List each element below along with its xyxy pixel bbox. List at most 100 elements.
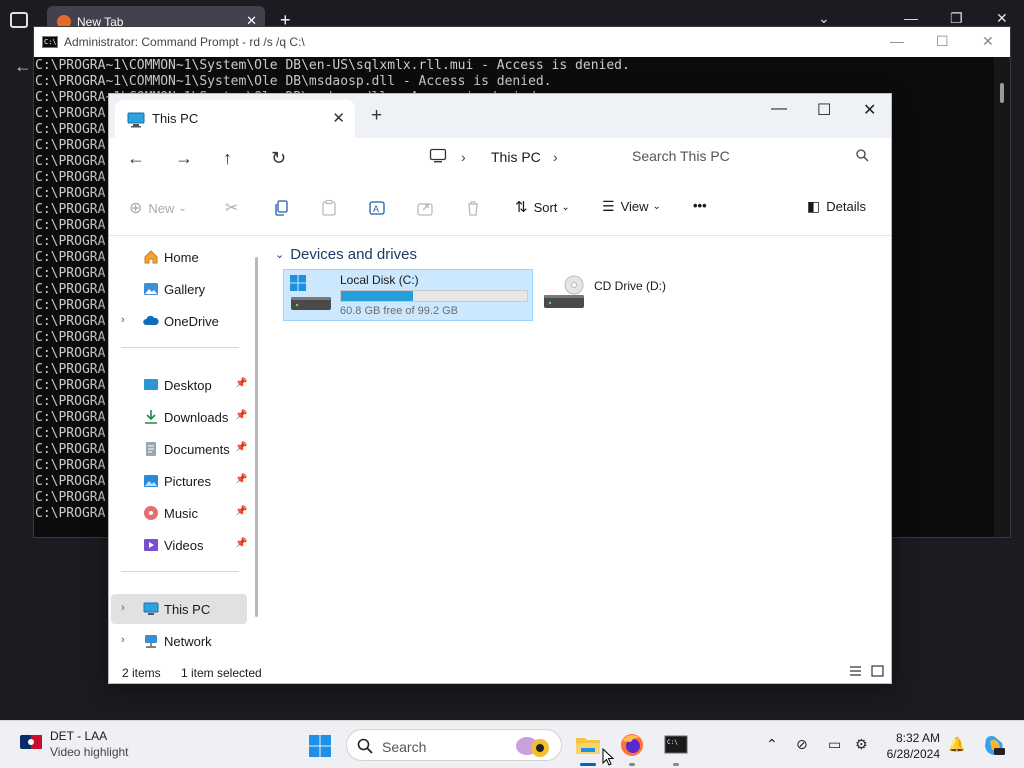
restore-icon[interactable]: ❐ [950, 10, 963, 27]
terminal-taskbar-icon[interactable]: C:\ [660, 729, 692, 761]
maximize-icon[interactable]: ☐ [936, 33, 949, 50]
share-icon[interactable] [416, 199, 434, 217]
new-button[interactable]: ⊕ New ⌄ [129, 198, 187, 218]
chevron-down-icon: ⌄ [275, 249, 285, 261]
selection-count: 1 item selected [181, 666, 262, 680]
sidebar-item-pictures[interactable]: Pictures 📌 [111, 466, 247, 496]
sidebar-item-this-pc[interactable]: › This PC [111, 594, 247, 624]
firefox-taskbar-icon[interactable] [616, 729, 648, 761]
details-pane-icon: ◧ [807, 198, 821, 214]
new-tab-button[interactable]: + [371, 105, 382, 127]
refresh-icon[interactable]: ↻ [271, 148, 286, 169]
chevron-down-icon: ⌄ [561, 201, 570, 213]
drive-local-disk-c[interactable]: Local Disk (C:) 60.8 GB free of 99.2 GB [283, 269, 533, 321]
cut-icon[interactable]: ✂ [225, 198, 238, 218]
sidebar-item-desktop[interactable]: Desktop 📌 [111, 370, 247, 400]
sidebar-scrollbar[interactable] [255, 257, 258, 617]
pin-icon[interactable]: 📌 [235, 538, 247, 549]
back-icon[interactable]: ← [0, 44, 34, 84]
drive-cd-d[interactable]: CD Drive (D:) [541, 269, 791, 321]
sort-button[interactable]: ⇅ Sort ⌄ [515, 198, 570, 216]
sidebar-item-label: Network [164, 634, 212, 649]
details-button[interactable]: ◧ Details [807, 198, 866, 215]
sidebar-item-downloads[interactable]: Downloads 📌 [111, 402, 247, 432]
chevron-right-icon[interactable]: › [121, 314, 125, 326]
sidebar-item-documents[interactable]: Documents 📌 [111, 434, 247, 464]
view-label: View [620, 199, 649, 214]
running-indicator [673, 763, 679, 766]
chevron-down-icon[interactable]: ⌄ [818, 10, 830, 27]
sidebar-item-network[interactable]: › Network [111, 626, 247, 656]
chevron-right-icon[interactable]: › [461, 149, 466, 165]
more-options-button[interactable]: ••• [693, 198, 707, 213]
minimize-icon[interactable]: — [771, 100, 787, 118]
close-icon[interactable]: ✕ [996, 10, 1008, 27]
search-input[interactable] [617, 142, 847, 170]
cmd-line: C:\PROGRA~1\COMMON~1\System\Ole DB\en-US… [35, 58, 630, 73]
sidebar-item-label: OneDrive [164, 314, 219, 329]
sidebar-item-label: Desktop [164, 378, 212, 393]
sidebar-item-music[interactable]: Music 📌 [111, 498, 247, 528]
maximize-icon[interactable]: ☐ [817, 100, 831, 120]
forward-icon[interactable]: → [175, 148, 193, 169]
sidebar-item-videos[interactable]: Videos 📌 [111, 530, 247, 560]
close-tab-icon[interactable]: ✕ [332, 109, 345, 127]
group-header-devices[interactable]: ⌄ Devices and drives [275, 246, 417, 263]
chevron-right-icon[interactable]: › [121, 634, 125, 646]
start-icon[interactable] [308, 734, 332, 758]
divider [121, 571, 239, 572]
paste-icon[interactable] [320, 199, 338, 217]
explorer-tab-bar: This PC ✕ + — ☐ ✕ [109, 94, 891, 138]
cmd-line: C:\PROGRA~1\COMMON~1\System\Ole DB\msdao… [35, 74, 552, 89]
pin-icon[interactable]: 📌 [235, 506, 247, 517]
close-icon[interactable]: ✕ [863, 100, 876, 120]
delete-icon[interactable] [464, 199, 482, 217]
monitor-icon [127, 112, 145, 128]
notification-bell-icon[interactable]: 🔔 [948, 736, 965, 753]
gallery-icon [144, 283, 158, 295]
display-icon[interactable]: ▭ [828, 736, 841, 753]
pin-icon[interactable]: 📌 [235, 378, 247, 389]
chevron-right-icon[interactable]: › [553, 149, 558, 165]
cmd-scrollbar[interactable] [994, 57, 1010, 537]
minimize-icon[interactable]: — [904, 10, 918, 26]
sidebar-item-gallery[interactable]: Gallery [111, 274, 247, 304]
sidebar-item-onedrive[interactable]: › OneDrive [111, 306, 247, 336]
pin-icon[interactable]: 📌 [235, 474, 247, 485]
tab-this-pc[interactable]: This PC ✕ [115, 100, 355, 138]
monitor-icon [143, 602, 159, 615]
firefox-icon [621, 734, 643, 756]
pictures-icon [144, 475, 158, 487]
minimize-icon[interactable]: — [890, 33, 904, 49]
sort-label: Sort [533, 199, 558, 215]
scrollbar-thumb[interactable] [1000, 83, 1004, 103]
rename-icon[interactable]: A [368, 199, 386, 217]
close-icon[interactable]: ✕ [982, 33, 994, 50]
view-button[interactable]: ☰ View ⌄ [602, 198, 661, 215]
pin-icon[interactable]: 📌 [235, 442, 247, 453]
chevron-right-icon[interactable]: › [121, 602, 125, 614]
sidebar-item-label: Documents [164, 442, 230, 457]
drive-free-space: 60.8 GB free of 99.2 GB [340, 305, 459, 317]
breadcrumb-this-pc[interactable]: This PC [491, 149, 541, 165]
copilot-icon[interactable] [982, 733, 1006, 757]
drive-usage-bar [340, 290, 528, 302]
clock[interactable]: 8:32 AM 6/28/2024 [858, 730, 940, 762]
file-explorer-taskbar-icon[interactable] [572, 729, 604, 761]
new-label: New [148, 200, 175, 216]
network-off-icon[interactable]: ⊘ [796, 736, 808, 753]
search-box[interactable] [617, 138, 881, 174]
back-icon[interactable]: ← [127, 148, 145, 169]
chevron-up-icon[interactable]: ⌃ [766, 736, 778, 753]
up-icon[interactable]: ↑ [223, 148, 232, 169]
copy-icon[interactable] [273, 199, 291, 217]
sidebar-item-home[interactable]: Home [111, 242, 247, 272]
taskbar-search[interactable]: Search [346, 729, 562, 761]
tiles-view-icon[interactable] [871, 665, 884, 677]
pin-icon[interactable]: 📌 [235, 410, 247, 421]
active-indicator [580, 763, 596, 766]
details-view-icon[interactable] [849, 665, 862, 677]
tab-list-icon[interactable] [10, 12, 28, 28]
search-icon[interactable] [856, 149, 869, 162]
sidebar-item-label: Home [164, 250, 199, 265]
